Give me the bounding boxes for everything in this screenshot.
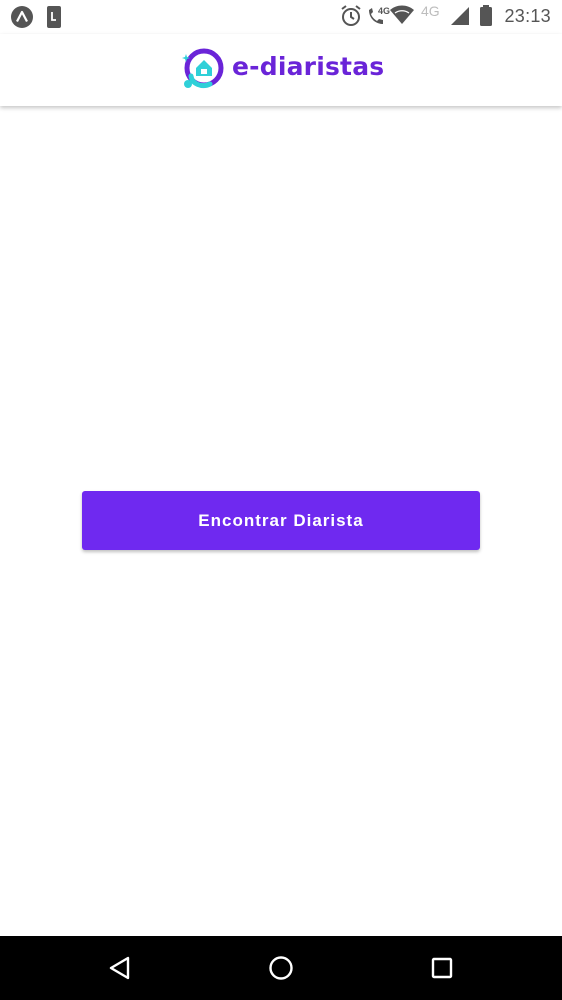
battery-icon xyxy=(479,4,493,30)
app-header: e-diaristas xyxy=(0,34,562,106)
app-a-icon xyxy=(11,6,33,28)
app-logo[interactable]: e-diaristas xyxy=(180,46,390,92)
logo-text: e-diaristas xyxy=(232,52,385,81)
wifi-icon xyxy=(389,4,415,30)
volte-call-icon: 4G xyxy=(365,4,391,30)
navigation-bar xyxy=(0,936,562,1000)
alarm-icon xyxy=(340,4,362,30)
status-bar: 4G 4G 23:13 xyxy=(0,0,562,34)
recents-icon[interactable] xyxy=(424,950,460,986)
phone-notification-icon xyxy=(46,6,68,28)
cell-signal-icon xyxy=(450,4,470,30)
find-diarista-button[interactable]: Encontrar Diarista xyxy=(82,491,480,550)
home-icon[interactable] xyxy=(263,950,299,986)
status-time: 23:13 xyxy=(504,6,551,26)
network-type-label: 4G xyxy=(421,3,440,19)
house-logo-icon xyxy=(180,46,226,92)
back-icon[interactable] xyxy=(102,950,138,986)
app-screen: 4G 4G 23:13 e-diaristas Encontrar Diaris… xyxy=(0,0,562,1000)
